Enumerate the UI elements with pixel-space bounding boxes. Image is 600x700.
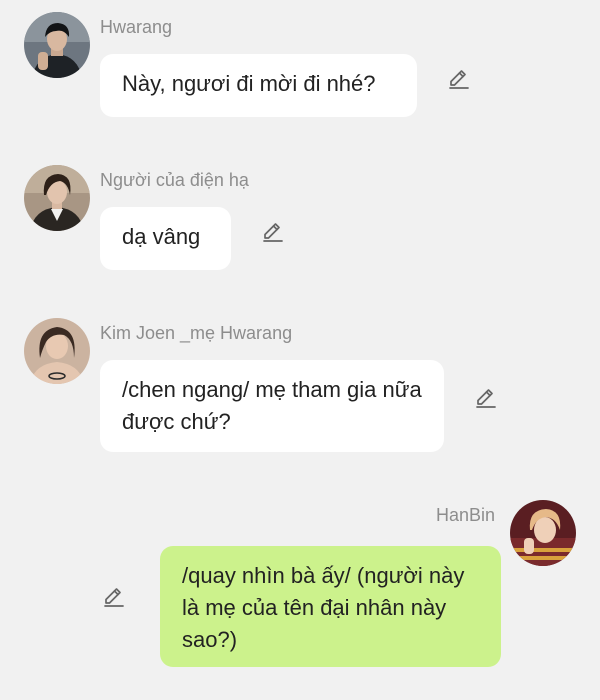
message-bubble[interactable]: /chen ngang/ mẹ tham gia nữa được chứ?	[100, 360, 444, 452]
pencil-edit-icon[interactable]	[261, 220, 285, 244]
sender-name: Kim Joen _mẹ Hwarang	[100, 323, 293, 343]
message-bubble[interactable]: /quay nhìn bà ấy/ (người này là mẹ của t…	[160, 546, 501, 667]
sender-name: Người của điện hạ	[100, 170, 249, 190]
avatar-servant[interactable]	[24, 165, 90, 231]
sender-name: HanBin	[436, 505, 496, 525]
sender-name: Hwarang	[100, 17, 173, 37]
message-bubble[interactable]: dạ vâng	[100, 207, 231, 270]
avatar-kim-joen[interactable]	[24, 318, 90, 384]
pencil-edit-icon[interactable]	[474, 386, 498, 410]
pencil-edit-icon[interactable]	[447, 67, 471, 91]
message-bubble[interactable]: Này, ngươi đi mời đi nhé?	[100, 54, 417, 117]
avatar-hanbin[interactable]	[510, 500, 576, 566]
avatar-hwarang[interactable]	[24, 12, 90, 78]
chat-thread: Hwarang Này, ngươi đi mời đi nhé? Người …	[0, 0, 600, 700]
pencil-edit-icon[interactable]	[102, 585, 126, 609]
